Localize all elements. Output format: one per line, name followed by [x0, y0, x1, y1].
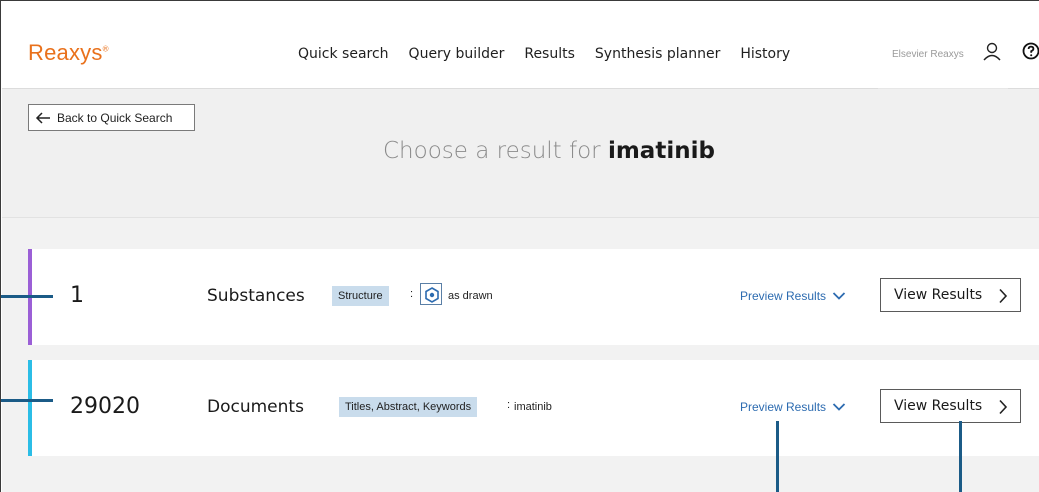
user-name-label[interactable]: Elsevier Reaxys — [892, 49, 964, 60]
callout-line-substances-count — [1, 295, 53, 298]
back-to-quick-search-button[interactable]: Back to Quick Search — [28, 104, 195, 131]
back-button-label: Back to Quick Search — [57, 110, 173, 125]
result-count: 1 — [70, 283, 84, 308]
arrow-left-icon — [35, 112, 50, 124]
result-card-substances: 1 Substances Structure : as drawn Previe… — [28, 249, 1039, 345]
query-suffix: imatinib — [514, 401, 552, 413]
preview-results-label: Preview Results — [740, 400, 827, 414]
chevron-down-icon — [832, 403, 846, 411]
nav-quick-search[interactable]: Quick search — [298, 46, 389, 62]
preview-results-label: Preview Results — [740, 289, 827, 303]
view-results-label: View Results — [894, 287, 983, 303]
query-term: imatinib — [607, 138, 715, 164]
callout-line-documents-count — [1, 399, 53, 402]
nav-history[interactable]: History — [740, 46, 790, 62]
nav-synthesis-planner[interactable]: Synthesis planner — [595, 46, 720, 62]
help-icon[interactable] — [1021, 41, 1039, 61]
chip-separator: : — [410, 288, 414, 300]
preview-results-toggle[interactable]: Preview Results — [740, 289, 846, 303]
result-type: Documents — [207, 397, 304, 417]
callout-line-preview-results — [776, 421, 779, 492]
view-results-label: View Results — [894, 398, 983, 414]
query-suffix: as drawn — [448, 290, 493, 302]
query-field-chip: Titles, Abstract, Keywords — [339, 397, 478, 417]
user-icon[interactable] — [981, 41, 1003, 63]
chevron-right-icon — [999, 399, 1008, 415]
nav-query-builder[interactable]: Query builder — [409, 46, 505, 62]
main-nav: Quick search Query builder Results Synth… — [298, 46, 810, 62]
result-type: Substances — [207, 286, 305, 306]
chevron-down-icon — [832, 292, 846, 300]
page-title: Choose a result for imatinib — [383, 138, 715, 164]
result-count: 29020 — [70, 394, 140, 419]
reaxys-logo[interactable]: Reaxys® — [28, 40, 109, 66]
structure-thumbnail-icon[interactable] — [420, 283, 442, 305]
callout-line-view-results — [959, 421, 962, 492]
chip-separator: : — [507, 399, 511, 411]
app-frame: Reaxys® Quick search Query builder Resul… — [0, 0, 1039, 492]
query-field-chip: Structure — [332, 286, 389, 306]
preview-results-toggle[interactable]: Preview Results — [740, 400, 846, 414]
view-results-button[interactable]: View Results — [880, 278, 1021, 312]
view-results-button[interactable]: View Results — [880, 389, 1021, 423]
nav-results[interactable]: Results — [524, 46, 575, 62]
chevron-right-icon — [999, 288, 1008, 304]
result-card-documents: 29020 Documents Titles, Abstract, Keywor… — [28, 360, 1039, 456]
top-header: Reaxys® Quick search Query builder Resul… — [2, 2, 1039, 90]
